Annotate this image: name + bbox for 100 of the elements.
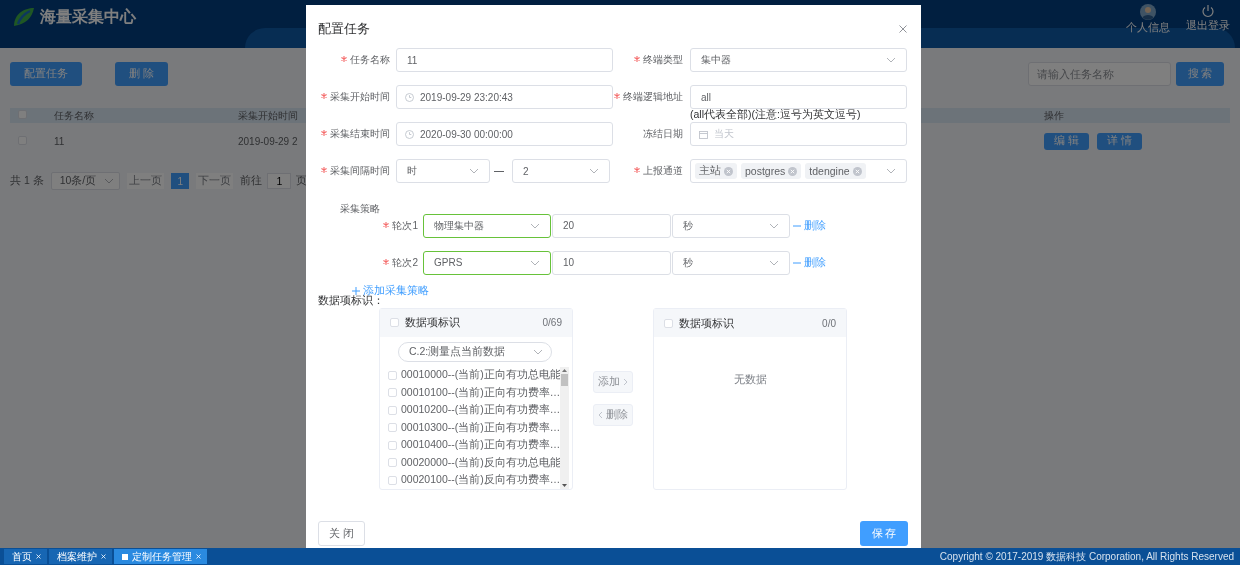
app-title: 海量采集中心 bbox=[40, 6, 136, 27]
chevron-down-icon bbox=[104, 178, 115, 184]
goto-label: 前往 bbox=[240, 174, 263, 188]
page-size-select[interactable]: 10条/页 bbox=[50, 172, 121, 190]
field-label: 采集间隔时间 bbox=[330, 164, 390, 178]
field-hint: (all代表全部)(注意:逗号为英文逗号) bbox=[690, 108, 861, 122]
select-field[interactable]: 物理集中器 bbox=[423, 213, 551, 238]
field-label: 终端类型 bbox=[643, 53, 683, 67]
copyright-text: Copyright © 2017-2019 数据科技 Corporation, All Rights Reserved bbox=[939, 549, 1235, 564]
chevron-down-icon bbox=[589, 168, 599, 174]
scroll-thumb[interactable] bbox=[561, 373, 568, 386]
checkbox[interactable] bbox=[388, 475, 397, 485]
required-icon bbox=[634, 167, 640, 173]
checkbox[interactable] bbox=[664, 318, 673, 328]
field-label: 终端逻辑地址 bbox=[623, 90, 683, 104]
power-icon bbox=[1201, 4, 1215, 18]
required-icon bbox=[383, 221, 390, 228]
text-field[interactable]: 20 bbox=[552, 213, 671, 238]
checkbox[interactable] bbox=[390, 318, 399, 328]
tag[interactable]: tdengine bbox=[805, 163, 866, 179]
field-label: 上报通道 bbox=[643, 164, 683, 178]
chevron-down-icon bbox=[533, 348, 543, 355]
list-item[interactable]: 00020100--(当前)反向有功费率… bbox=[401, 473, 560, 488]
leaf-logo-icon bbox=[12, 6, 36, 28]
tab[interactable]: 档案维护 bbox=[49, 549, 112, 564]
checkbox[interactable] bbox=[388, 388, 397, 398]
item-count: 0/0 bbox=[822, 317, 836, 329]
close-button[interactable] bbox=[899, 25, 907, 33]
chevron-down-icon bbox=[769, 222, 779, 229]
table-cell: 2019-09-29 2 bbox=[238, 135, 298, 147]
text-field[interactable]: all bbox=[690, 85, 907, 109]
panel-title: 数据项标识 bbox=[405, 315, 460, 331]
select-field[interactable]: 2 bbox=[512, 159, 610, 183]
field-label: 采集开始时间 bbox=[330, 90, 390, 104]
field-label: 轮次2 bbox=[392, 255, 418, 270]
tab[interactable]: 首页 bbox=[4, 549, 47, 564]
page-input[interactable]: 1 bbox=[267, 173, 292, 189]
chevron-left-icon bbox=[598, 411, 603, 419]
chevron-down-icon bbox=[530, 259, 540, 266]
table-cell-text: 11 bbox=[53, 135, 66, 147]
chevron-down-icon bbox=[886, 168, 896, 174]
checkbox[interactable] bbox=[388, 405, 397, 415]
tag[interactable]: 主站 bbox=[695, 163, 737, 179]
required-icon bbox=[321, 93, 327, 99]
list-item[interactable]: 00010100--(当前)正向有功费率… bbox=[401, 385, 560, 400]
select-field[interactable]: 集中器 bbox=[690, 48, 907, 72]
checkbox[interactable] bbox=[388, 423, 397, 433]
select-field[interactable]: 时 bbox=[396, 159, 490, 183]
user-link[interactable]: 退出登录 bbox=[1186, 4, 1230, 35]
plus-icon bbox=[352, 286, 360, 295]
required-icon bbox=[614, 93, 620, 99]
multi-select-field[interactable]: 主站 postgres tdengine bbox=[690, 159, 907, 183]
required-icon bbox=[383, 258, 390, 265]
list-item[interactable]: 00010200--(当前)正向有功费率… bbox=[401, 403, 560, 418]
clock-icon bbox=[405, 92, 414, 102]
list-item[interactable]: 00020000--(当前)反向有功总电能 bbox=[401, 455, 560, 470]
chevron-down-icon bbox=[769, 259, 779, 266]
column-header: 采集开始时间 bbox=[238, 109, 298, 121]
required-icon bbox=[634, 56, 640, 62]
page-icon bbox=[122, 553, 128, 560]
select-field[interactable]: 秒 bbox=[672, 250, 790, 275]
select-field[interactable]: GPRS bbox=[423, 250, 551, 275]
select-field[interactable]: 秒 bbox=[672, 213, 790, 238]
column-header: 操作 bbox=[1043, 108, 1065, 123]
text-field[interactable]: 10 bbox=[552, 250, 671, 275]
dialog-title: 配置任务 bbox=[318, 20, 370, 38]
tag[interactable]: postgres bbox=[741, 163, 802, 179]
list-item[interactable]: 00010300--(当前)正向有功费率… bbox=[401, 420, 560, 435]
checkbox[interactable] bbox=[388, 370, 397, 380]
close-icon bbox=[899, 25, 907, 33]
user-link[interactable]: 个人信息 bbox=[1126, 4, 1170, 35]
section-label: 数据项标识： bbox=[318, 294, 384, 307]
text-field[interactable]: 11 bbox=[396, 48, 613, 72]
section-label: 采集策略 bbox=[339, 202, 381, 214]
chevron-down-icon bbox=[530, 222, 540, 229]
close-circle-icon bbox=[788, 166, 798, 176]
datetime-field[interactable]: 2020-09-30 00:00:00 bbox=[396, 122, 613, 146]
list-item[interactable]: 00010400--(当前)正向有功费率… bbox=[401, 438, 560, 453]
empty-text: 无数据 bbox=[732, 372, 768, 387]
minus-icon bbox=[793, 261, 801, 264]
datetime-field[interactable]: 2019-09-29 23:20:43 bbox=[396, 85, 613, 109]
close-circle-icon bbox=[852, 166, 862, 176]
chevron-down-icon bbox=[469, 168, 479, 174]
scroll-down-icon bbox=[562, 484, 567, 487]
item-count: 0/69 bbox=[542, 317, 562, 329]
required-icon bbox=[321, 130, 327, 136]
field-label: 轮次1 bbox=[392, 218, 418, 233]
tab[interactable]: 定制任务管理 bbox=[114, 549, 207, 564]
field-label: 任务名称 bbox=[350, 53, 390, 67]
column-header: 任务名称 bbox=[53, 108, 95, 123]
scrollbar[interactable] bbox=[560, 366, 569, 489]
checkbox[interactable] bbox=[388, 458, 397, 468]
chevron-right-icon bbox=[623, 378, 628, 386]
close-icon bbox=[36, 554, 41, 559]
list-item[interactable]: 00010000--(当前)正向有功总电能 bbox=[401, 368, 560, 383]
close-icon bbox=[101, 554, 106, 559]
avatar-icon bbox=[1140, 4, 1156, 20]
required-icon bbox=[321, 167, 327, 173]
checkbox[interactable] bbox=[388, 440, 397, 450]
close-button[interactable]: 关 闭 bbox=[318, 521, 365, 546]
